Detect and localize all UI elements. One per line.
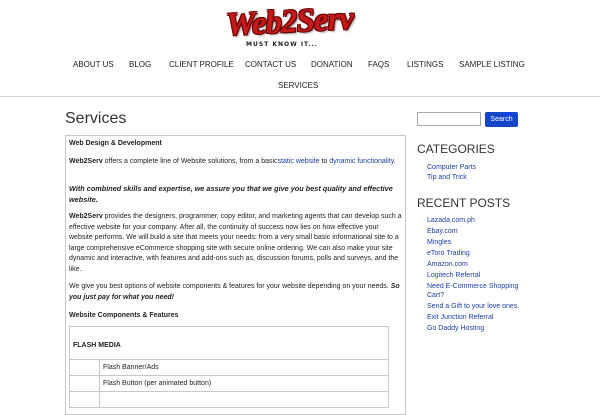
about-text: provides the designers, programmer, copy… (69, 213, 402, 273)
dynamic-functionality-link[interactable]: dynamic functionality (329, 158, 393, 165)
quality-statement: With combined skills and expertise, we a… (69, 184, 393, 204)
logo-wordmark: Web2Serv (225, 0, 354, 44)
recent-post-link[interactable]: Send a Gift to your love ones. (427, 302, 519, 311)
search-input[interactable] (417, 112, 481, 126)
brand-name-2: Web2Serv (69, 213, 103, 220)
main-nav: ABOUT US BLOG CLIENT PROFILE CONTACT US … (0, 56, 600, 96)
nav-divider (0, 96, 600, 97)
site-header: Web2Serv MUST KNOW IT... (0, 0, 600, 50)
page-title: Services (65, 110, 127, 127)
recent-post-link[interactable]: Ebay.com (427, 227, 458, 236)
recent-post-link[interactable]: Go Daddy Hosting (427, 324, 484, 333)
options-text: We give you best options of website comp… (69, 283, 391, 290)
table-row-label: Flash Button (per animated button) (103, 380, 212, 387)
options-paragraph: We give you best options of website comp… (69, 282, 403, 303)
site-logo[interactable]: Web2Serv MUST KNOW IT... (225, 0, 376, 48)
intro-mid: to (319, 158, 330, 165)
nav-item-sample-listing[interactable]: SAMPLE LISTING (459, 60, 525, 69)
nav-item-about-us[interactable]: ABOUT US (73, 60, 114, 69)
nav-item-listings[interactable]: LISTINGS (407, 60, 443, 69)
components-heading: Website Components & Features (69, 312, 179, 319)
services-content: Web Design & Development Web2Serv offers… (65, 135, 406, 415)
intro-end: . (393, 158, 396, 165)
table-cell-blank (69, 359, 100, 376)
about-paragraph: Web2Serv provides the designers, program… (69, 212, 403, 275)
recent-post-link[interactable]: Amazon.com (427, 260, 468, 269)
recent-post-link[interactable]: eToro Trading (427, 249, 470, 258)
recent-post-link[interactable]: Mingles (427, 238, 451, 247)
table-row: Flash Button (per animated button) (99, 375, 389, 392)
table-cell-blank (69, 375, 100, 392)
intro-paragraph: Web2Serv offers a complete line of Websi… (69, 157, 403, 168)
recent-posts-heading: RECENT POSTS (417, 196, 511, 210)
static-website-link[interactable]: static website (278, 158, 320, 165)
recent-post-link[interactable]: Need E-Commerce Shopping (427, 282, 518, 291)
brand-name: Web2Serv (69, 158, 103, 165)
table-row-label: Flash Banner/Ads (103, 364, 159, 371)
recent-post-link-cont[interactable]: Cart? (427, 291, 444, 300)
category-link[interactable]: Tip and Trick (427, 173, 467, 182)
category-link[interactable]: Computer Parts (427, 163, 476, 172)
nav-item-faqs[interactable]: FAQS (368, 60, 389, 69)
table-section-row: FLASH MEDIA (69, 326, 389, 360)
recent-post-link[interactable]: Logitech Referral (427, 271, 480, 280)
recent-post-link[interactable]: Exit Junction Referral (427, 313, 494, 322)
nav-item-client-profile[interactable]: CLIENT PROFILE (169, 60, 234, 69)
categories-heading: CATEGORIES (417, 142, 495, 156)
nav-item-services[interactable]: SERVICES (278, 81, 318, 90)
section-heading: Web Design & Development (69, 140, 162, 147)
recent-post-link[interactable]: Lazada.com.ph (427, 216, 475, 225)
nav-item-donation[interactable]: DONATION (311, 60, 353, 69)
sidebar: Search CATEGORIES Computer Parts Tip and… (417, 112, 600, 400)
intro-text: offers a complete line of Website soluti… (102, 158, 278, 165)
table-section-label: FLASH MEDIA (73, 342, 121, 349)
nav-item-blog[interactable]: BLOG (129, 60, 151, 69)
search-button[interactable]: Search (485, 112, 518, 127)
table-row: Flash Banner/Ads (99, 359, 389, 376)
logo-tagline: MUST KNOW IT... (246, 41, 319, 48)
nav-item-contact-us[interactable]: CONTACT US (245, 60, 296, 69)
